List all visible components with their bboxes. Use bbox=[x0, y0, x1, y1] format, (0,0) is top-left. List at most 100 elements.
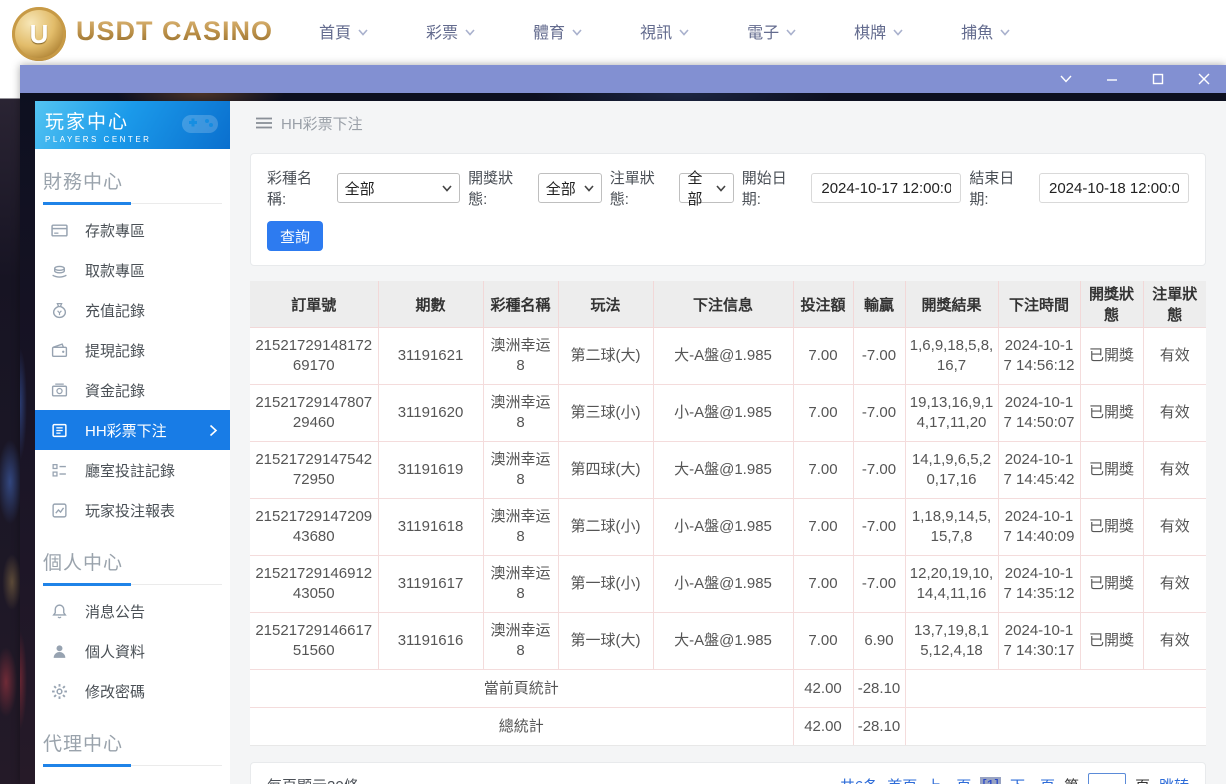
jump-link[interactable]: 跳转 bbox=[1159, 775, 1189, 784]
total-summary-label: 總統計 bbox=[250, 708, 793, 746]
chevron-down-icon bbox=[679, 29, 689, 36]
minimize-button[interactable] bbox=[1104, 71, 1120, 87]
site-topbar: U USDT CASINO 首頁 彩票 體育 視訊 電子 棋牌 捕魚 bbox=[0, 0, 1226, 62]
filter-panel: 彩種名稱: 全部 開獎狀態: 全部 注單狀態: 全部 開始日期: 結束日期: 查… bbox=[250, 153, 1206, 266]
nav-item-home[interactable]: 首頁 bbox=[319, 19, 368, 43]
lottery-book-icon bbox=[51, 422, 68, 439]
sidebar-item-change-password[interactable]: 修改密碼 bbox=[35, 671, 230, 711]
site-nav: 首頁 彩票 體育 視訊 電子 棋牌 捕魚 bbox=[319, 19, 1010, 43]
page-size-text: 每頁顯示20條 bbox=[267, 775, 359, 784]
search-button[interactable]: 查詢 bbox=[267, 221, 323, 251]
nav-item-fishing[interactable]: 捕魚 bbox=[961, 19, 1010, 43]
first-page-link[interactable]: 首页 bbox=[887, 775, 917, 784]
brand-logo[interactable]: U USDT CASINO bbox=[12, 1, 273, 61]
col-order-status: 注單狀態 bbox=[1143, 281, 1206, 328]
draw-status-select[interactable]: 全部 bbox=[538, 173, 602, 203]
col-draw-status: 開獎狀態 bbox=[1080, 281, 1143, 328]
order-status-select[interactable]: 全部 bbox=[679, 173, 733, 203]
hamburger-icon[interactable] bbox=[256, 117, 272, 129]
start-date-input[interactable] bbox=[811, 173, 961, 203]
jump-page-input[interactable] bbox=[1088, 773, 1126, 784]
funds-icon bbox=[51, 382, 68, 399]
col-bet-info: 下注信息 bbox=[653, 281, 793, 328]
minimize-icon bbox=[1106, 73, 1118, 85]
chevron-down-icon bbox=[584, 185, 594, 192]
chevron-down-icon bbox=[465, 29, 475, 36]
order-status-filter-label: 注單狀態: bbox=[610, 167, 672, 209]
page-summary-label: 當前頁統計 bbox=[250, 670, 793, 708]
sidebar-item-recharge-record[interactable]: 充值記錄 bbox=[35, 290, 230, 330]
report-chart-icon bbox=[51, 502, 68, 519]
end-date-input[interactable] bbox=[1039, 173, 1189, 203]
nav-item-cards[interactable]: 棋牌 bbox=[854, 19, 903, 43]
breadcrumb: HH彩票下注 bbox=[250, 101, 1206, 145]
sidebar-item-profile[interactable]: 個人資料 bbox=[35, 631, 230, 671]
next-page-link[interactable]: 下一页 bbox=[1010, 775, 1055, 784]
table-header-row: 訂單號 期數 彩種名稱 玩法 下注信息 投注額 輸贏 開獎結果 下注時間 開獎狀… bbox=[250, 281, 1206, 328]
current-page-indicator: [1] bbox=[980, 777, 1001, 784]
chevron-right-icon bbox=[209, 424, 218, 437]
sidebar-item-label: 提現記錄 bbox=[85, 340, 145, 361]
jump-prefix-label: 第 bbox=[1064, 775, 1079, 784]
sidebar-item-player-bet-report[interactable]: 玩家投注報表 bbox=[35, 490, 230, 530]
page-background bbox=[0, 62, 20, 784]
chevron-down-icon bbox=[1000, 29, 1010, 36]
room-list-icon bbox=[51, 462, 68, 479]
pagination-bar: 每頁顯示20條 共6条 首页 上一页 [1] 下一页 第 页 跳转 bbox=[250, 762, 1206, 784]
sidebar-item-hh-lottery-bets[interactable]: HH彩票下注 bbox=[35, 410, 230, 450]
page-summary-win-loss: -28.10 bbox=[853, 670, 905, 708]
prev-page-link[interactable]: 上一页 bbox=[926, 775, 971, 784]
lottery-select[interactable]: 全部 bbox=[337, 173, 461, 203]
sidebar-item-room-bet-record[interactable]: 廳室投註記錄 bbox=[35, 450, 230, 490]
lottery-filter-label: 彩種名稱: bbox=[267, 167, 329, 209]
sidebar-item-label: 取款專區 bbox=[85, 260, 145, 281]
sidebar-item-agent-rules[interactable]: 代理規則說明 bbox=[35, 772, 230, 784]
screen: U USDT CASINO 首頁 彩票 體育 視訊 電子 棋牌 捕魚 玩家中心 bbox=[0, 0, 1226, 784]
sidebar-item-deposit[interactable]: 存款專區 bbox=[35, 210, 230, 250]
total-summary-amount: 42.00 bbox=[793, 708, 853, 746]
nav-item-slots[interactable]: 電子 bbox=[747, 19, 796, 43]
withdraw-hand-icon bbox=[51, 262, 68, 279]
close-button[interactable] bbox=[1196, 71, 1212, 87]
moneybag-icon bbox=[51, 302, 68, 319]
section-agent: 代理中心 bbox=[43, 729, 222, 766]
chevron-down-icon bbox=[572, 29, 582, 36]
sidebar-item-label: 充值記錄 bbox=[85, 300, 145, 321]
total-count-text: 共6条 bbox=[840, 775, 878, 784]
window-body: 玩家中心 PLAYERS CENTER 財務中心 存款專區 取款專區 充值記錄 bbox=[20, 93, 1226, 784]
col-lottery: 彩種名稱 bbox=[483, 281, 558, 328]
sidebar-item-funds-record[interactable]: 資金記錄 bbox=[35, 370, 230, 410]
bell-icon bbox=[51, 603, 68, 620]
chevron-down-icon bbox=[716, 185, 726, 192]
bets-table: 訂單號 期數 彩種名稱 玩法 下注信息 投注額 輸贏 開獎結果 下注時間 開獎狀… bbox=[250, 281, 1206, 746]
sidebar-item-label: 個人資料 bbox=[85, 641, 145, 662]
draw-status-filter-label: 開獎狀態: bbox=[468, 167, 530, 209]
sidebar-item-label: 修改密碼 bbox=[85, 681, 145, 702]
sidebar-item-announcements[interactable]: 消息公告 bbox=[35, 591, 230, 631]
start-date-label: 開始日期: bbox=[742, 167, 804, 209]
brand-name: USDT CASINO bbox=[76, 16, 273, 47]
window-titlebar bbox=[20, 65, 1226, 93]
maximize-icon bbox=[1152, 73, 1164, 85]
sidebar-item-withdraw-record[interactable]: 提現記錄 bbox=[35, 330, 230, 370]
chevron-down-icon bbox=[893, 29, 903, 36]
maximize-button[interactable] bbox=[1150, 71, 1166, 87]
sidebar-item-label: 廳室投註記錄 bbox=[85, 460, 175, 481]
chevron-down-icon bbox=[786, 29, 796, 36]
table-row: 215217291481726917031191621澳洲幸运8第二球(大)大-… bbox=[250, 328, 1206, 385]
col-period: 期數 bbox=[378, 281, 483, 328]
nav-item-sports[interactable]: 體育 bbox=[533, 19, 582, 43]
sidebar-item-withdraw[interactable]: 取款專區 bbox=[35, 250, 230, 290]
person-icon bbox=[51, 643, 68, 660]
total-summary-win-loss: -28.10 bbox=[853, 708, 905, 746]
chevron-down-icon bbox=[358, 29, 368, 36]
table-row: 215217291466175156031191616澳洲幸运8第一球(大)大-… bbox=[250, 613, 1206, 670]
col-result: 開獎結果 bbox=[905, 281, 998, 328]
section-finance: 財務中心 bbox=[43, 167, 222, 204]
collapse-button[interactable] bbox=[1058, 71, 1074, 87]
sidebar-item-label: 存款專區 bbox=[85, 220, 145, 241]
col-order-id: 訂單號 bbox=[250, 281, 378, 328]
nav-item-video[interactable]: 視訊 bbox=[640, 19, 689, 43]
main-content: HH彩票下注 彩種名稱: 全部 開獎狀態: 全部 注單狀態: 全部 開始日期: … bbox=[230, 101, 1226, 784]
nav-item-lottery[interactable]: 彩票 bbox=[426, 19, 475, 43]
